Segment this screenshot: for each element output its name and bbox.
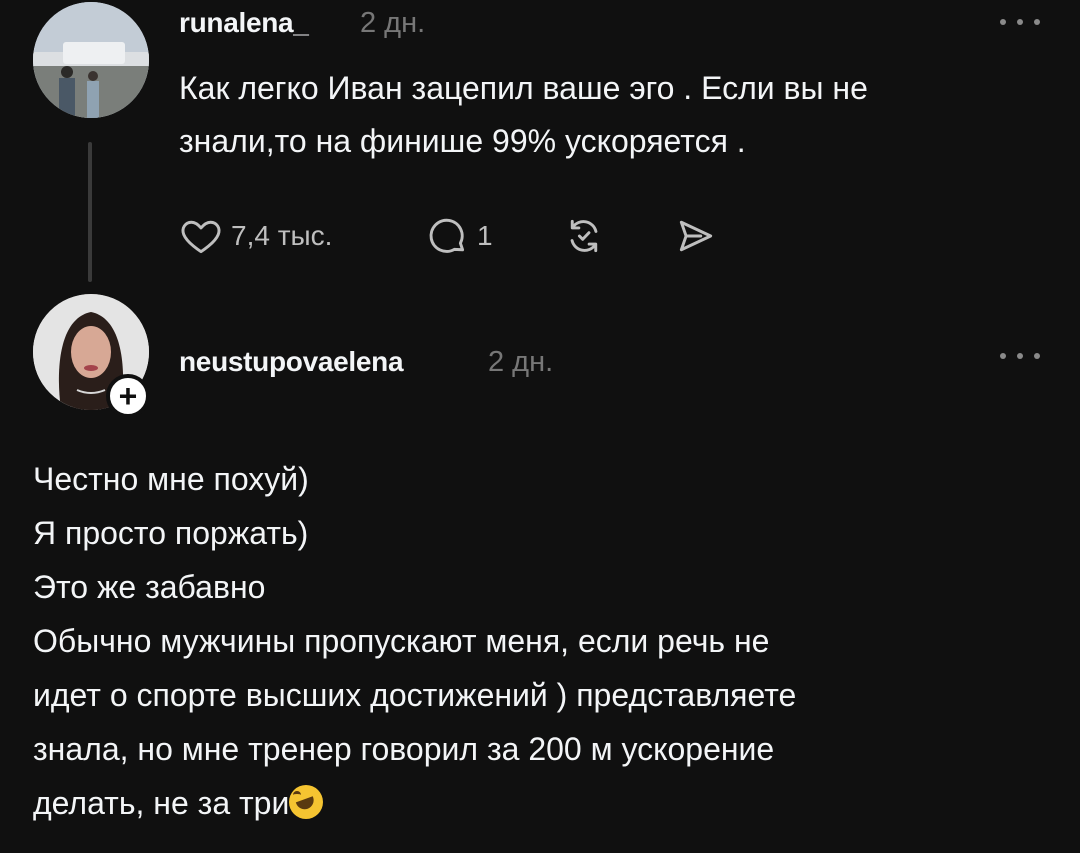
text-line: идет о спорте высших достижений ) предст… [33,677,797,713]
comment-button[interactable]: 1 [425,208,493,264]
post-text: Как легко Иван зацепил ваше эго . Если в… [179,62,1059,168]
username[interactable]: runalena_ [179,7,309,39]
avatar-photo [33,2,149,118]
more-icon[interactable] [1000,346,1040,366]
like-count: 7,4 тыс. [231,220,333,251]
laughing-emoji-icon [289,785,324,819]
follow-button[interactable]: + [106,374,150,418]
text-line: делать, не за три [33,785,290,821]
reply-post: runalena_ 2 дн. Как легко Иван зацепил в… [0,0,1080,290]
text-line: знала, но мне тренер говорил за 200 м ус… [33,731,775,767]
repost-icon [570,219,598,253]
send-icon [679,220,713,252]
timestamp: 2 дн. [488,346,554,378]
timestamp: 2 дн. [360,7,426,39]
text-line: Честно мне похуй) [33,461,309,497]
like-button[interactable]: 7,4 тыс. [179,208,332,264]
more-icon[interactable] [1000,12,1040,32]
text-line: знали,то на финише 99% ускоряется . [179,123,746,159]
repost-button[interactable] [562,208,606,264]
main-post: + neustupovaelena 2 дн. Честно мне похуй… [0,290,1080,853]
avatar[interactable] [33,2,149,118]
text-line: Это же забавно [33,569,266,605]
text-line: Я просто поржать) [33,515,309,551]
text-line-last: делать, не за три [33,776,1033,830]
share-button[interactable] [674,208,718,264]
thread-line [88,142,92,282]
post-text: Честно мне похуй) Я просто поржать) Это … [33,452,1033,830]
comment-icon [429,218,465,253]
heart-icon [181,220,221,254]
comment-count: 1 [477,220,493,251]
text-line: Обычно мужчины пропускают меня, если реч… [33,623,770,659]
username[interactable]: neustupovaelena [179,346,404,378]
text-line: Как легко Иван зацепил ваше эго . Если в… [179,70,868,106]
